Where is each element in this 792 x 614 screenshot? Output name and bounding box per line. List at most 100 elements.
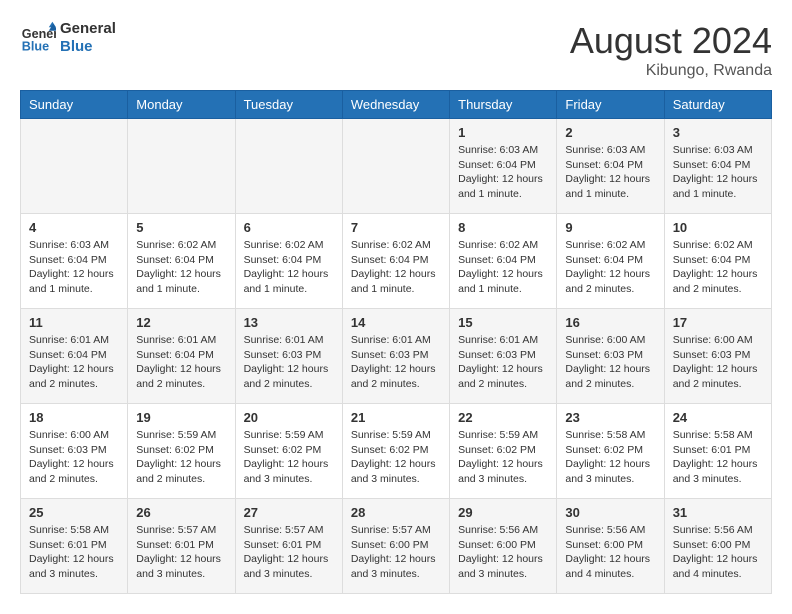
calendar-table: SundayMondayTuesdayWednesdayThursdayFrid… (20, 90, 772, 594)
day-number: 26 (136, 505, 226, 520)
calendar-week-4: 18 Sunrise: 6:00 AM Sunset: 6:03 PM Dayli… (21, 404, 772, 499)
calendar-cell-22: 18 Sunrise: 6:00 AM Sunset: 6:03 PM Dayli… (21, 404, 128, 499)
day-info: Sunrise: 6:01 AM Sunset: 6:03 PM Dayligh… (244, 333, 334, 392)
day-number: 16 (565, 315, 655, 330)
calendar-cell-25: 21 Sunrise: 5:59 AM Sunset: 6:02 PM Dayli… (342, 404, 449, 499)
day-number: 23 (565, 410, 655, 425)
page-header: General Blue General Blue August 2024 Ki… (20, 20, 772, 80)
day-info: Sunrise: 5:59 AM Sunset: 6:02 PM Dayligh… (458, 428, 548, 487)
day-number: 21 (351, 410, 441, 425)
weekday-header-tuesday: Tuesday (235, 91, 342, 119)
calendar-cell-7: 3Sunrise: 6:03 AM Sunset: 6:04 PM Daylig… (664, 119, 771, 214)
calendar-cell-31: 27 Sunrise: 5:57 AM Sunset: 6:01 PM Dayli… (235, 499, 342, 594)
calendar-cell-9: 5Sunrise: 6:02 AM Sunset: 6:04 PM Daylig… (128, 214, 235, 309)
day-number: 25 (29, 505, 119, 520)
calendar-cell-1 (21, 119, 128, 214)
day-number: 1 (458, 125, 548, 140)
day-number: 2 (565, 125, 655, 140)
day-info: Sunrise: 5:58 AM Sunset: 6:01 PM Dayligh… (673, 428, 763, 487)
calendar-cell-14: 10Sunrise: 6:02 AM Sunset: 6:04 PM Dayli… (664, 214, 771, 309)
calendar-cell-8: 4 Sunrise: 6:03 AM Sunset: 6:04 PM Daylig… (21, 214, 128, 309)
calendar-cell-11: 7 Sunrise: 6:02 AM Sunset: 6:04 PM Daylig… (342, 214, 449, 309)
day-info: Sunrise: 6:01 AM Sunset: 6:03 PM Dayligh… (458, 333, 548, 392)
calendar-cell-32: 28Sunrise: 5:57 AM Sunset: 6:00 PM Dayli… (342, 499, 449, 594)
logo-blue-text: Blue (60, 38, 116, 56)
day-info: Sunrise: 6:00 AM Sunset: 6:03 PM Dayligh… (29, 428, 119, 487)
day-info: Sunrise: 6:01 AM Sunset: 6:04 PM Dayligh… (29, 333, 119, 392)
day-info: Sunrise: 5:57 AM Sunset: 6:01 PM Dayligh… (136, 523, 226, 582)
day-number: 30 (565, 505, 655, 520)
calendar-header: SundayMondayTuesdayWednesdayThursdayFrid… (21, 91, 772, 119)
day-number: 9 (565, 220, 655, 235)
day-info: Sunrise: 5:59 AM Sunset: 6:02 PM Dayligh… (351, 428, 441, 487)
day-number: 14 (351, 315, 441, 330)
weekday-header-friday: Friday (557, 91, 664, 119)
day-number: 8 (458, 220, 548, 235)
calendar-cell-3 (235, 119, 342, 214)
day-number: 4 (29, 220, 119, 235)
day-number: 17 (673, 315, 763, 330)
day-number: 7 (351, 220, 441, 235)
day-info: Sunrise: 6:02 AM Sunset: 6:04 PM Dayligh… (351, 238, 441, 297)
day-number: 19 (136, 410, 226, 425)
weekday-header-thursday: Thursday (450, 91, 557, 119)
day-number: 22 (458, 410, 548, 425)
calendar-cell-10: 6Sunrise: 6:02 AM Sunset: 6:04 PM Daylig… (235, 214, 342, 309)
calendar-cell-18: 14Sunrise: 6:01 AM Sunset: 6:03 PM Dayli… (342, 309, 449, 404)
calendar-title: August 2024 (570, 20, 772, 62)
day-info: Sunrise: 6:02 AM Sunset: 6:04 PM Dayligh… (565, 238, 655, 297)
calendar-week-5: 25 Sunrise: 5:58 AM Sunset: 6:01 PM Dayli… (21, 499, 772, 594)
calendar-cell-33: 29 Sunrise: 5:56 AM Sunset: 6:00 PM Dayli… (450, 499, 557, 594)
calendar-cell-24: 20Sunrise: 5:59 AM Sunset: 6:02 PM Dayli… (235, 404, 342, 499)
day-number: 15 (458, 315, 548, 330)
calendar-cell-17: 13 Sunrise: 6:01 AM Sunset: 6:03 PM Dayli… (235, 309, 342, 404)
calendar-week-1: 1 Sunrise: 6:03 AM Sunset: 6:04 PM Daylig… (21, 119, 772, 214)
calendar-body: 1 Sunrise: 6:03 AM Sunset: 6:04 PM Daylig… (21, 119, 772, 594)
calendar-week-2: 4 Sunrise: 6:03 AM Sunset: 6:04 PM Daylig… (21, 214, 772, 309)
day-info: Sunrise: 6:02 AM Sunset: 6:04 PM Dayligh… (244, 238, 334, 297)
calendar-cell-13: 9 Sunrise: 6:02 AM Sunset: 6:04 PM Daylig… (557, 214, 664, 309)
calendar-cell-30: 26 Sunrise: 5:57 AM Sunset: 6:01 PM Dayli… (128, 499, 235, 594)
day-info: Sunrise: 5:59 AM Sunset: 6:02 PM Dayligh… (136, 428, 226, 487)
day-info: Sunrise: 6:03 AM Sunset: 6:04 PM Dayligh… (565, 143, 655, 202)
day-info: Sunrise: 5:57 AM Sunset: 6:01 PM Dayligh… (244, 523, 334, 582)
calendar-subtitle: Kibungo, Rwanda (570, 62, 772, 80)
day-number: 29 (458, 505, 548, 520)
day-number: 18 (29, 410, 119, 425)
day-info: Sunrise: 5:56 AM Sunset: 6:00 PM Dayligh… (673, 523, 763, 582)
day-info: Sunrise: 5:56 AM Sunset: 6:00 PM Dayligh… (565, 523, 655, 582)
calendar-week-3: 11Sunrise: 6:01 AM Sunset: 6:04 PM Dayli… (21, 309, 772, 404)
day-info: Sunrise: 6:03 AM Sunset: 6:04 PM Dayligh… (673, 143, 763, 202)
day-info: Sunrise: 6:03 AM Sunset: 6:04 PM Dayligh… (29, 238, 119, 297)
day-info: Sunrise: 6:00 AM Sunset: 6:03 PM Dayligh… (673, 333, 763, 392)
weekday-header-sunday: Sunday (21, 91, 128, 119)
day-number: 27 (244, 505, 334, 520)
calendar-cell-35: 31 Sunrise: 5:56 AM Sunset: 6:00 PM Dayli… (664, 499, 771, 594)
day-info: Sunrise: 6:02 AM Sunset: 6:04 PM Dayligh… (458, 238, 548, 297)
day-number: 31 (673, 505, 763, 520)
calendar-cell-2 (128, 119, 235, 214)
logo: General Blue General Blue (20, 20, 116, 56)
calendar-cell-28: 24 Sunrise: 5:58 AM Sunset: 6:01 PM Dayli… (664, 404, 771, 499)
calendar-cell-34: 30 Sunrise: 5:56 AM Sunset: 6:00 PM Dayli… (557, 499, 664, 594)
day-info: Sunrise: 6:00 AM Sunset: 6:03 PM Dayligh… (565, 333, 655, 392)
calendar-cell-23: 19 Sunrise: 5:59 AM Sunset: 6:02 PM Dayli… (128, 404, 235, 499)
day-info: Sunrise: 5:58 AM Sunset: 6:02 PM Dayligh… (565, 428, 655, 487)
logo-icon: General Blue (20, 20, 56, 56)
calendar-cell-15: 11Sunrise: 6:01 AM Sunset: 6:04 PM Dayli… (21, 309, 128, 404)
day-number: 20 (244, 410, 334, 425)
svg-text:Blue: Blue (22, 40, 49, 54)
weekday-header-wednesday: Wednesday (342, 91, 449, 119)
day-info: Sunrise: 6:02 AM Sunset: 6:04 PM Dayligh… (673, 238, 763, 297)
weekday-header-saturday: Saturday (664, 91, 771, 119)
calendar-cell-20: 16 Sunrise: 6:00 AM Sunset: 6:03 PM Dayli… (557, 309, 664, 404)
day-info: Sunrise: 6:02 AM Sunset: 6:04 PM Dayligh… (136, 238, 226, 297)
day-number: 13 (244, 315, 334, 330)
day-number: 24 (673, 410, 763, 425)
day-info: Sunrise: 5:56 AM Sunset: 6:00 PM Dayligh… (458, 523, 548, 582)
calendar-cell-4 (342, 119, 449, 214)
day-info: Sunrise: 5:58 AM Sunset: 6:01 PM Dayligh… (29, 523, 119, 582)
calendar-cell-19: 15 Sunrise: 6:01 AM Sunset: 6:03 PM Dayli… (450, 309, 557, 404)
day-info: Sunrise: 5:57 AM Sunset: 6:00 PM Dayligh… (351, 523, 441, 582)
title-block: August 2024 Kibungo, Rwanda (570, 20, 772, 80)
